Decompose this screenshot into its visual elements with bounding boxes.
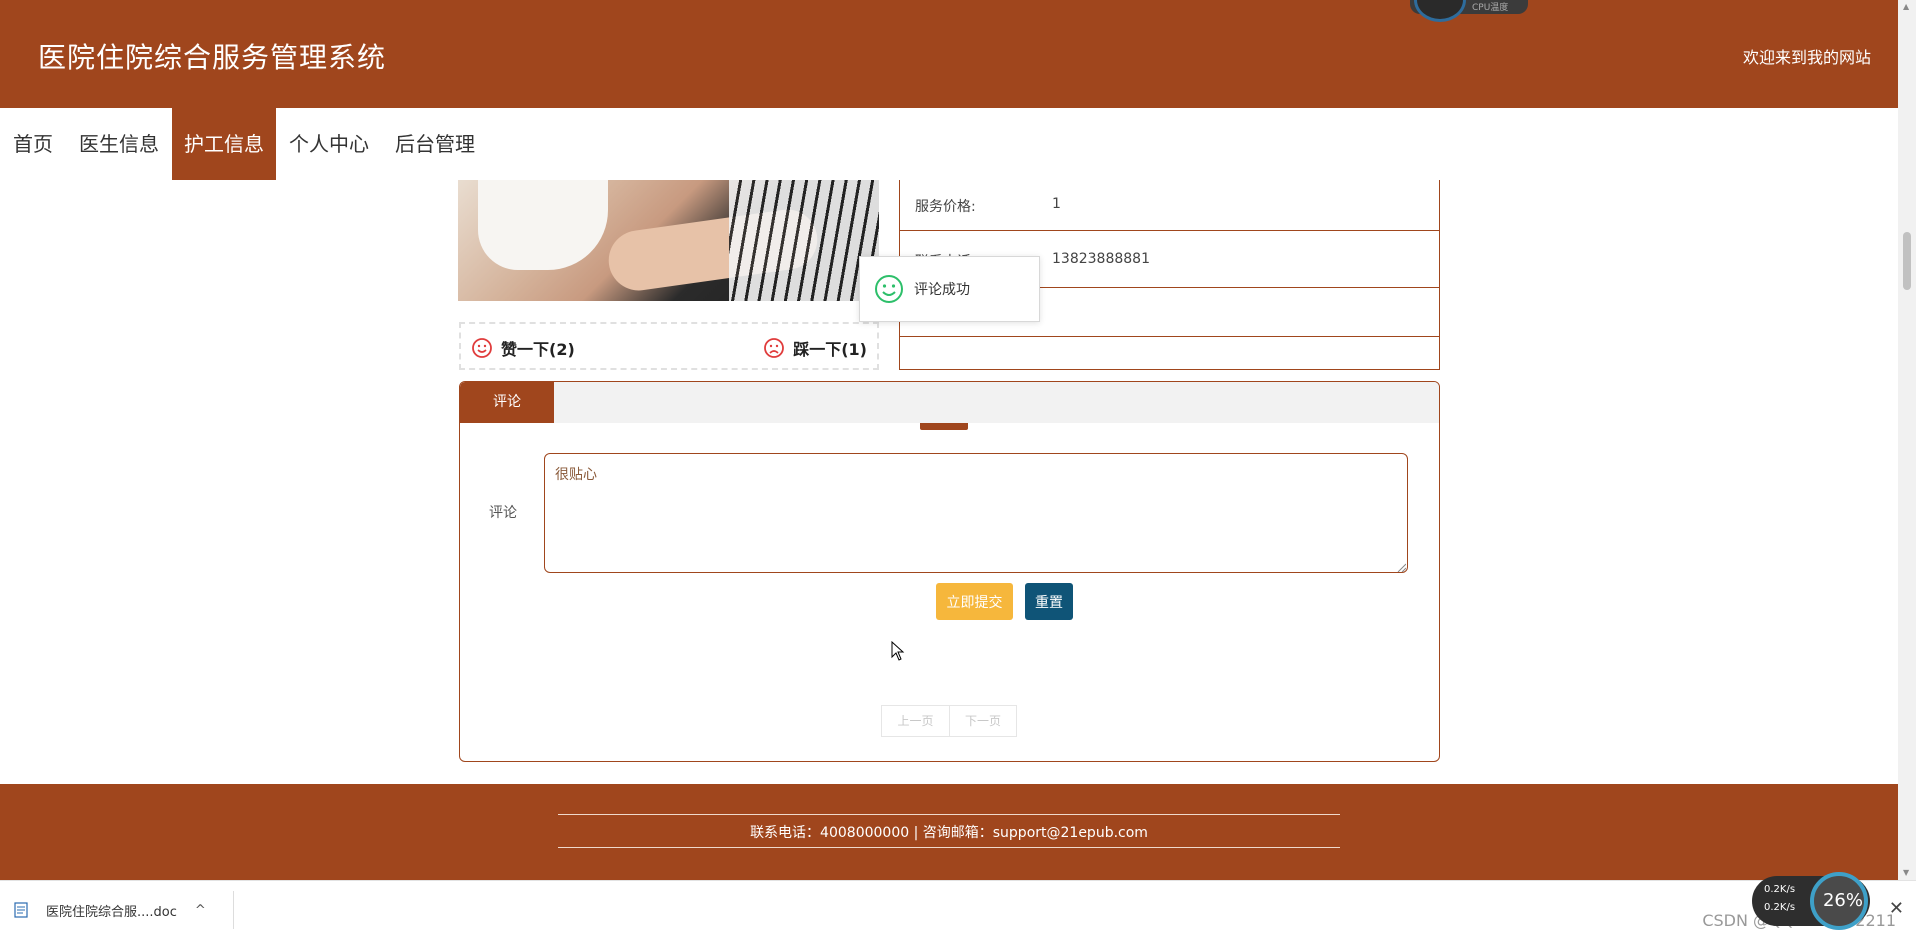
download-file-name: 医院住院综合服....doc xyxy=(46,904,177,920)
frown-icon xyxy=(764,338,785,358)
resize-grip-icon[interactable] xyxy=(1396,562,1406,572)
document-icon xyxy=(14,902,28,918)
dislike-label: 踩一下(1) xyxy=(793,340,867,359)
nav-item-caregivers[interactable]: 护工信息 xyxy=(172,108,276,180)
network-speed-widget[interactable]: 0.2K/s 0.2K/s 26% xyxy=(1752,872,1870,930)
page-scrollbar[interactable]: ▲ ▼ xyxy=(1898,0,1916,880)
reset-button[interactable]: 重置 xyxy=(1025,583,1073,620)
footer-divider-top xyxy=(558,814,1340,815)
cpu-label: CPU温度 xyxy=(1472,3,1509,13)
chevron-up-icon[interactable]: ^ xyxy=(195,903,206,918)
usage-ring: 26% xyxy=(1810,872,1868,930)
price-label: 服务价格: xyxy=(915,199,976,215)
photo-piano-keys xyxy=(729,180,879,301)
price-value: 1 xyxy=(1052,196,1061,212)
toast-message: 评论成功 xyxy=(914,282,970,298)
like-button[interactable]: 赞一下(2) xyxy=(471,336,575,360)
comment-input[interactable] xyxy=(544,453,1408,573)
scroll-up-icon[interactable]: ▲ xyxy=(1903,2,1909,11)
phone-value: 13823888881 xyxy=(1052,251,1150,267)
caregiver-photo xyxy=(458,180,879,301)
scroll-thumb[interactable] xyxy=(1903,232,1911,290)
footer-contact: 联系电话：4008000000 | 咨询邮箱：support@21epub.co… xyxy=(750,825,1148,841)
nav-item-doctors[interactable]: 医生信息 xyxy=(66,108,172,180)
comment-panel: 评论 评论 立即提交 重置 上一页 下一页 xyxy=(459,381,1440,762)
site-title: 医院住院综合服务管理系统 xyxy=(38,41,387,74)
net-upload-speed: 0.2K/s xyxy=(1764,884,1796,895)
comment-tabbar: 评论 xyxy=(460,382,1439,423)
vote-box: 赞一下(2) 踩一下(1) xyxy=(459,322,879,370)
footer-divider-bottom xyxy=(558,847,1340,848)
smile-icon xyxy=(472,338,492,358)
next-page-button[interactable]: 下一页 xyxy=(949,706,1016,736)
info-row-price: 服务价格: 1 xyxy=(900,180,1439,231)
net-download-speed: 0.2K/s xyxy=(1764,902,1796,913)
site-footer: 联系电话：4008000000 | 咨询邮箱：support@21epub.co… xyxy=(0,784,1898,880)
pagination: 上一页 下一页 xyxy=(881,705,1017,737)
usage-percent: 26% xyxy=(1822,890,1863,911)
nav-item-admin[interactable]: 后台管理 xyxy=(382,108,488,180)
page: 医院住院综合服务管理系统 欢迎来到我的网站 CPU温度 首页 医生信息 护工信息… xyxy=(0,0,1916,938)
dislike-button[interactable]: 踩一下(1) xyxy=(763,336,867,360)
site-header: 医院住院综合服务管理系统 欢迎来到我的网站 xyxy=(0,0,1898,108)
comment-field-label: 评论 xyxy=(489,505,517,521)
nav-item-home[interactable]: 首页 xyxy=(0,108,66,180)
download-item[interactable]: 医院住院综合服....doc ^ xyxy=(14,895,206,925)
main-nav: 首页 医生信息 护工信息 个人中心 后台管理 xyxy=(0,108,488,180)
smile-icon xyxy=(875,275,903,303)
download-divider xyxy=(233,891,234,929)
photo-sleeve xyxy=(478,180,608,270)
close-icon[interactable]: ✕ xyxy=(1889,898,1904,919)
download-bar: 医院住院综合服....doc ^ CSDN @QQ1039692211 ✕ xyxy=(0,880,1916,938)
scroll-down-icon[interactable]: ▼ xyxy=(1903,868,1909,877)
like-label: 赞一下(2) xyxy=(501,340,575,359)
welcome-text: 欢迎来到我的网站 xyxy=(1742,48,1871,67)
prev-page-button[interactable]: 上一页 xyxy=(882,706,949,736)
cpu-temp-widget[interactable]: CPU温度 xyxy=(1410,0,1528,22)
submit-button[interactable]: 立即提交 xyxy=(936,583,1013,620)
success-toast: 评论成功 xyxy=(859,256,1040,322)
tab-comment[interactable]: 评论 xyxy=(460,382,554,423)
mouse-cursor-icon xyxy=(891,641,905,661)
nav-item-profile[interactable]: 个人中心 xyxy=(276,108,382,180)
